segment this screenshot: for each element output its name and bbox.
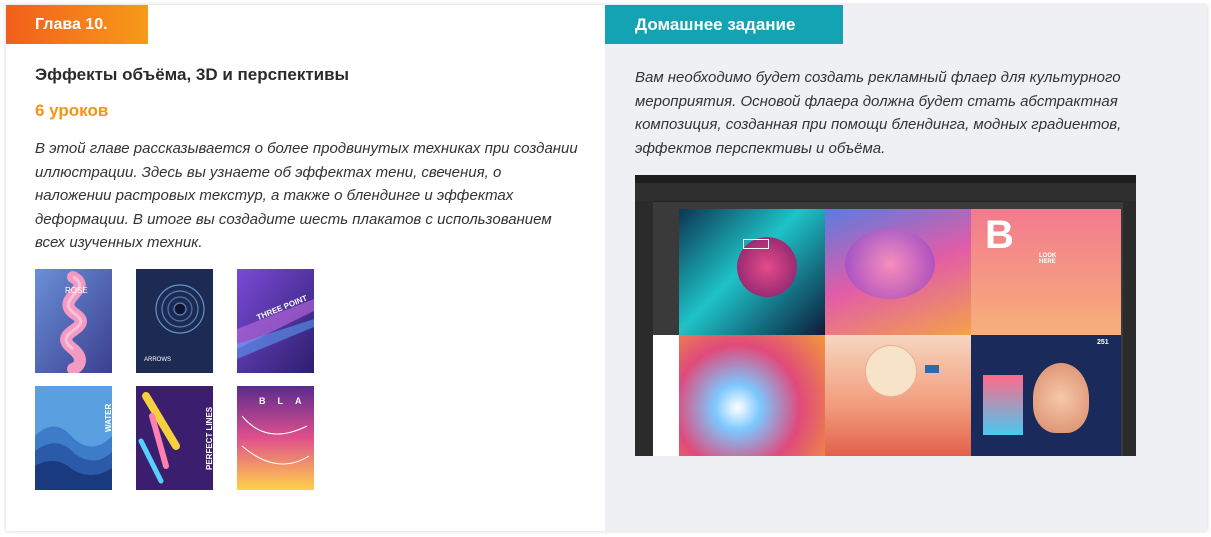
three-point-poster[interactable]: THREE POINT: [237, 269, 314, 373]
rose-poster-text: ROSE: [65, 286, 88, 295]
app-menu-bar: [635, 175, 1136, 183]
tools-panel: [635, 201, 653, 456]
artwork-1: [679, 209, 825, 335]
homework-tab: Домашнее задание: [605, 5, 843, 44]
illustrator-screenshot: B LOOK HERE 251: [635, 175, 1136, 456]
bland-poster[interactable]: BLAND: [237, 386, 314, 490]
arrows-poster[interactable]: ARROWS: [136, 269, 213, 373]
homework-text: Вам необходимо будет создать рекламный ф…: [635, 69, 1122, 157]
rose-poster[interactable]: ROSE: [35, 269, 112, 373]
artwork-4: [679, 335, 825, 456]
artwork-3: B LOOK HERE: [971, 209, 1121, 335]
chapter-card: Глава 10. Эффекты объёма, 3D и перспекти…: [6, 5, 1207, 531]
arrows-poster-text: ARROWS: [144, 357, 171, 363]
app-control-bar: [635, 183, 1136, 202]
perfect-lines-poster[interactable]: PERFECT LINES: [136, 386, 213, 490]
perfect-lines-poster-text: PERFECT LINES: [205, 406, 213, 470]
chapter-title: Эффекты объёма, 3D и перспективы: [35, 65, 350, 84]
artwork-3-label: LOOK HERE: [1039, 253, 1057, 265]
artwork-6: 251: [971, 335, 1121, 456]
bland-poster-text: BLAND: [259, 396, 314, 406]
water-poster[interactable]: WATER: [35, 386, 112, 490]
chapter-description: В этой главе рассказывается о более прод…: [35, 140, 578, 251]
dock-panel: [1123, 201, 1136, 456]
artwork-6-number: 251: [1097, 339, 1109, 346]
water-poster-text: WATER: [104, 403, 112, 432]
homework-panel: Домашнее задание Вам необходимо будет со…: [605, 5, 1207, 531]
lessons-count: 6 уроков: [35, 101, 109, 120]
artwork-3-letter: B: [985, 213, 1014, 257]
chapter-panel: Глава 10. Эффекты объёма, 3D и перспекти…: [6, 5, 605, 531]
canvas-white: [653, 335, 679, 456]
artwork-5: [825, 335, 971, 456]
artwork-2: [825, 209, 971, 335]
chapter-tab: Глава 10.: [6, 5, 148, 44]
